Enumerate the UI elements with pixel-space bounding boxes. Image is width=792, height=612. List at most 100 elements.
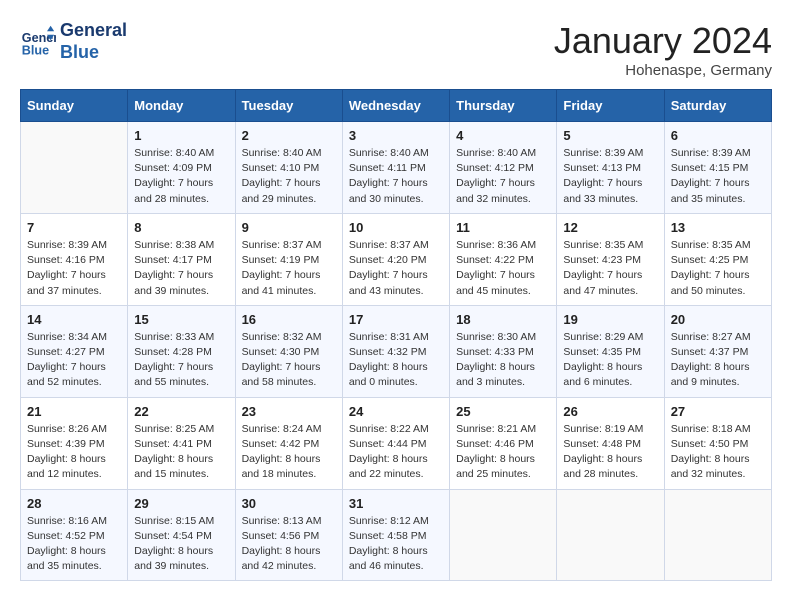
calendar-week-row: 28 Sunrise: 8:16 AMSunset: 4:52 PMDayligh… bbox=[21, 489, 772, 581]
day-number: 14 bbox=[27, 312, 121, 327]
day-number: 12 bbox=[563, 220, 657, 235]
calendar-week-row: 7Sunrise: 8:39 AMSunset: 4:16 PMDaylight… bbox=[21, 213, 772, 305]
day-info: Sunrise: 8:33 AMSunset: 4:28 PMDaylight:… bbox=[134, 330, 228, 391]
day-info: Sunrise: 8:21 AMSunset: 4:46 PMDaylight:… bbox=[456, 422, 550, 483]
calendar-cell: 5 Sunrise: 8:39 AMSunset: 4:13 PMDaylight… bbox=[557, 122, 664, 214]
calendar-cell bbox=[557, 489, 664, 581]
day-info: Sunrise: 8:39 AMSunset: 4:13 PMDaylight:… bbox=[563, 146, 657, 207]
weekday-header-saturday: Saturday bbox=[664, 90, 771, 122]
calendar-week-row: 14 Sunrise: 8:34 AMSunset: 4:27 PMDayligh… bbox=[21, 305, 772, 397]
svg-text:Blue: Blue bbox=[22, 43, 49, 57]
weekday-header-sunday: Sunday bbox=[21, 90, 128, 122]
calendar-week-row: 21 Sunrise: 8:26 AMSunset: 4:39 PMDayligh… bbox=[21, 397, 772, 489]
day-number: 13 bbox=[671, 220, 765, 235]
day-info: Sunrise: 8:40 AMSunset: 4:12 PMDaylight:… bbox=[456, 146, 550, 207]
calendar-table: SundayMondayTuesdayWednesdayThursdayFrid… bbox=[20, 89, 772, 581]
day-number: 17 bbox=[349, 312, 443, 327]
day-info: Sunrise: 8:32 AMSunset: 4:30 PMDaylight:… bbox=[242, 330, 336, 391]
day-info: Sunrise: 8:39 AMSunset: 4:15 PMDaylight:… bbox=[671, 146, 765, 207]
calendar-cell: 15 Sunrise: 8:33 AMSunset: 4:28 PMDayligh… bbox=[128, 305, 235, 397]
calendar-cell: 17 Sunrise: 8:31 AMSunset: 4:32 PMDayligh… bbox=[342, 305, 449, 397]
calendar-week-row: 1 Sunrise: 8:40 AMSunset: 4:09 PMDaylight… bbox=[21, 122, 772, 214]
day-info: Sunrise: 8:25 AMSunset: 4:41 PMDaylight:… bbox=[134, 422, 228, 483]
day-number: 26 bbox=[563, 404, 657, 419]
calendar-cell: 24 Sunrise: 8:22 AMSunset: 4:44 PMDayligh… bbox=[342, 397, 449, 489]
day-number: 20 bbox=[671, 312, 765, 327]
day-number: 21 bbox=[27, 404, 121, 419]
calendar-cell: 2 Sunrise: 8:40 AMSunset: 4:10 PMDaylight… bbox=[235, 122, 342, 214]
calendar-cell: 31Sunrise: 8:12 AMSunset: 4:58 PMDayligh… bbox=[342, 489, 449, 581]
calendar-cell bbox=[21, 122, 128, 214]
calendar-cell: 10Sunrise: 8:37 AMSunset: 4:20 PMDayligh… bbox=[342, 213, 449, 305]
calendar-cell: 1 Sunrise: 8:40 AMSunset: 4:09 PMDaylight… bbox=[128, 122, 235, 214]
day-info: Sunrise: 8:29 AMSunset: 4:35 PMDaylight:… bbox=[563, 330, 657, 391]
logo-general: General bbox=[60, 20, 127, 42]
title-block: January 2024 Hohenaspe, Germany bbox=[554, 20, 772, 79]
calendar-cell bbox=[450, 489, 557, 581]
day-info: Sunrise: 8:35 AMSunset: 4:23 PMDaylight:… bbox=[563, 238, 657, 299]
day-number: 2 bbox=[242, 128, 336, 143]
weekday-header-monday: Monday bbox=[128, 90, 235, 122]
logo-icon: General Blue bbox=[20, 24, 56, 60]
weekday-header-wednesday: Wednesday bbox=[342, 90, 449, 122]
day-info: Sunrise: 8:38 AMSunset: 4:17 PMDaylight:… bbox=[134, 238, 228, 299]
day-number: 8 bbox=[134, 220, 228, 235]
calendar-cell bbox=[664, 489, 771, 581]
day-info: Sunrise: 8:31 AMSunset: 4:32 PMDaylight:… bbox=[349, 330, 443, 391]
page-header: General Blue General Blue January 2024 H… bbox=[20, 20, 772, 79]
calendar-cell: 21 Sunrise: 8:26 AMSunset: 4:39 PMDayligh… bbox=[21, 397, 128, 489]
day-number: 9 bbox=[242, 220, 336, 235]
day-number: 28 bbox=[27, 496, 121, 511]
calendar-cell: 22Sunrise: 8:25 AMSunset: 4:41 PMDayligh… bbox=[128, 397, 235, 489]
location: Hohenaspe, Germany bbox=[554, 62, 772, 79]
calendar-cell: 25 Sunrise: 8:21 AMSunset: 4:46 PMDayligh… bbox=[450, 397, 557, 489]
calendar-cell: 4Sunrise: 8:40 AMSunset: 4:12 PMDaylight… bbox=[450, 122, 557, 214]
weekday-header-thursday: Thursday bbox=[450, 90, 557, 122]
day-number: 23 bbox=[242, 404, 336, 419]
day-info: Sunrise: 8:40 AMSunset: 4:09 PMDaylight:… bbox=[134, 146, 228, 207]
day-number: 18 bbox=[456, 312, 550, 327]
day-info: Sunrise: 8:35 AMSunset: 4:25 PMDaylight:… bbox=[671, 238, 765, 299]
calendar-cell: 27 Sunrise: 8:18 AMSunset: 4:50 PMDayligh… bbox=[664, 397, 771, 489]
day-info: Sunrise: 8:30 AMSunset: 4:33 PMDaylight:… bbox=[456, 330, 550, 391]
calendar-cell: 28 Sunrise: 8:16 AMSunset: 4:52 PMDayligh… bbox=[21, 489, 128, 581]
day-number: 11 bbox=[456, 220, 550, 235]
logo-blue: Blue bbox=[60, 42, 127, 64]
calendar-cell: 26Sunrise: 8:19 AMSunset: 4:48 PMDayligh… bbox=[557, 397, 664, 489]
day-number: 27 bbox=[671, 404, 765, 419]
day-number: 25 bbox=[456, 404, 550, 419]
day-number: 24 bbox=[349, 404, 443, 419]
day-info: Sunrise: 8:22 AMSunset: 4:44 PMDaylight:… bbox=[349, 422, 443, 483]
day-info: Sunrise: 8:24 AMSunset: 4:42 PMDaylight:… bbox=[242, 422, 336, 483]
day-info: Sunrise: 8:26 AMSunset: 4:39 PMDaylight:… bbox=[27, 422, 121, 483]
day-info: Sunrise: 8:27 AMSunset: 4:37 PMDaylight:… bbox=[671, 330, 765, 391]
day-number: 30 bbox=[242, 496, 336, 511]
day-number: 19 bbox=[563, 312, 657, 327]
day-number: 15 bbox=[134, 312, 228, 327]
day-number: 6 bbox=[671, 128, 765, 143]
day-info: Sunrise: 8:13 AMSunset: 4:56 PMDaylight:… bbox=[242, 514, 336, 575]
day-number: 1 bbox=[134, 128, 228, 143]
calendar-cell: 9Sunrise: 8:37 AMSunset: 4:19 PMDaylight… bbox=[235, 213, 342, 305]
day-info: Sunrise: 8:15 AMSunset: 4:54 PMDaylight:… bbox=[134, 514, 228, 575]
day-number: 29 bbox=[134, 496, 228, 511]
calendar-cell: 30 Sunrise: 8:13 AMSunset: 4:56 PMDayligh… bbox=[235, 489, 342, 581]
calendar-cell: 23 Sunrise: 8:24 AMSunset: 4:42 PMDayligh… bbox=[235, 397, 342, 489]
day-info: Sunrise: 8:16 AMSunset: 4:52 PMDaylight:… bbox=[27, 514, 121, 575]
weekday-header-row: SundayMondayTuesdayWednesdayThursdayFrid… bbox=[21, 90, 772, 122]
calendar-cell: 20 Sunrise: 8:27 AMSunset: 4:37 PMDayligh… bbox=[664, 305, 771, 397]
calendar-cell: 16Sunrise: 8:32 AMSunset: 4:30 PMDayligh… bbox=[235, 305, 342, 397]
day-number: 3 bbox=[349, 128, 443, 143]
calendar-cell: 18 Sunrise: 8:30 AMSunset: 4:33 PMDayligh… bbox=[450, 305, 557, 397]
calendar-cell: 19 Sunrise: 8:29 AMSunset: 4:35 PMDayligh… bbox=[557, 305, 664, 397]
day-info: Sunrise: 8:40 AMSunset: 4:10 PMDaylight:… bbox=[242, 146, 336, 207]
weekday-header-tuesday: Tuesday bbox=[235, 90, 342, 122]
day-number: 10 bbox=[349, 220, 443, 235]
day-number: 5 bbox=[563, 128, 657, 143]
month-title: January 2024 bbox=[554, 20, 772, 62]
day-info: Sunrise: 8:18 AMSunset: 4:50 PMDaylight:… bbox=[671, 422, 765, 483]
day-info: Sunrise: 8:34 AMSunset: 4:27 PMDaylight:… bbox=[27, 330, 121, 391]
day-number: 7 bbox=[27, 220, 121, 235]
day-number: 31 bbox=[349, 496, 443, 511]
calendar-cell: 29 Sunrise: 8:15 AMSunset: 4:54 PMDayligh… bbox=[128, 489, 235, 581]
